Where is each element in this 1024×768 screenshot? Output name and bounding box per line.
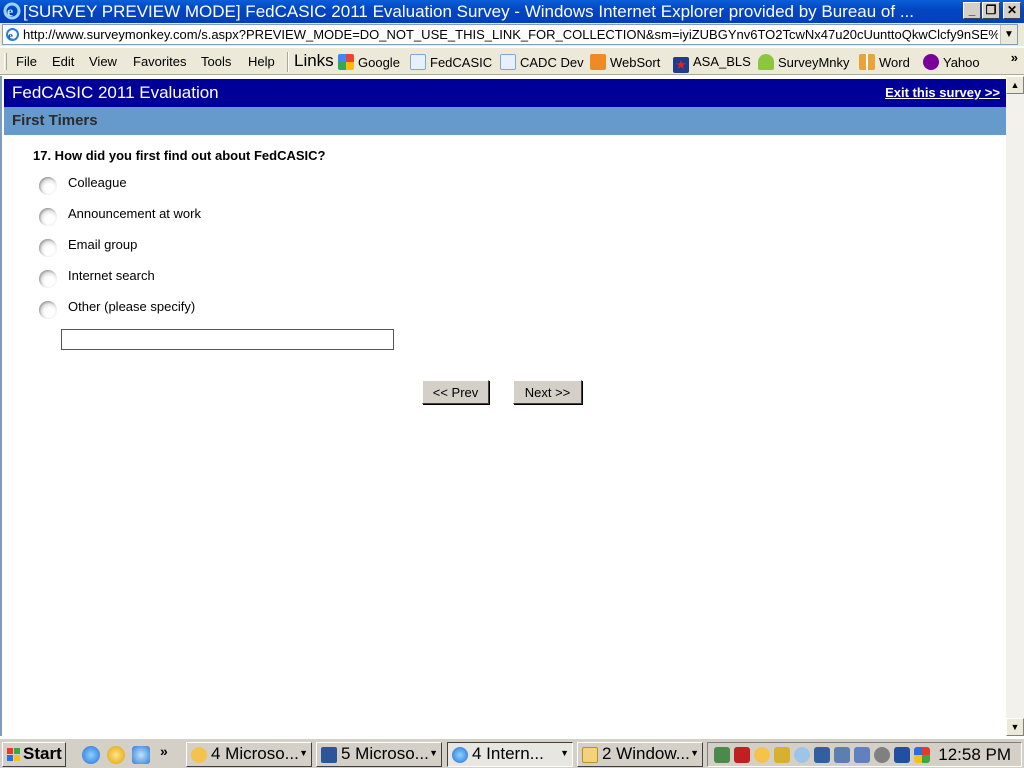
ie-page-icon — [500, 54, 516, 70]
windows-tray-icon[interactable] — [914, 747, 930, 763]
close-button[interactable]: ✕ — [1003, 2, 1021, 19]
next-button[interactable]: Next >> — [513, 380, 582, 404]
radio-button[interactable] — [39, 208, 57, 226]
start-button[interactable]: Start — [2, 742, 66, 767]
taskbar: Start » 4 Microso... ▼ 5 Microso... ▼ 4 … — [0, 737, 1024, 768]
address-dropdown-button[interactable]: ▼ — [1000, 25, 1017, 44]
network-tray-icon[interactable] — [714, 747, 730, 763]
option-label[interactable]: Colleague — [68, 175, 127, 190]
ie-icon — [452, 747, 468, 763]
task-button-explorer[interactable]: 2 Window... ▼ — [577, 742, 703, 767]
menu-bar: File Edit View Favorites Tools Help Link… — [0, 47, 1024, 75]
key-tray-icon[interactable] — [774, 747, 790, 763]
maximize-button[interactable]: ❐ — [982, 2, 1000, 19]
ie-quicklaunch-icon[interactable] — [82, 746, 100, 764]
page-icon: e — [6, 28, 19, 42]
task-button-word[interactable]: 5 Microso... ▼ — [316, 742, 442, 767]
outlook-icon — [191, 747, 207, 763]
chevron-down-icon: ▼ — [560, 748, 569, 758]
ie-logo-icon: e — [3, 2, 21, 20]
display-tray-icon[interactable] — [834, 747, 850, 763]
link-asa-bls[interactable]: ★ ASA_BLS — [673, 54, 751, 73]
update-tray-icon[interactable] — [794, 747, 810, 763]
links-more-chevron[interactable]: » — [1011, 50, 1018, 65]
option-label[interactable]: Other (please specify) — [68, 299, 195, 314]
question-text: 17. How did you first find out about Fed… — [33, 148, 326, 163]
quicklaunch-more-chevron[interactable]: » — [160, 743, 168, 759]
link-fedcasic[interactable]: FedCASIC — [410, 54, 492, 70]
folder-icon — [582, 747, 598, 763]
google-icon — [338, 54, 354, 70]
menu-edit[interactable]: Edit — [52, 54, 74, 69]
word-grid-icon — [859, 54, 875, 70]
link-cadc-dev[interactable]: CADC Dev — [500, 54, 584, 70]
scroll-up-arrow[interactable]: ▲ — [1006, 76, 1024, 94]
minimize-button[interactable]: _ — [963, 2, 981, 19]
desktop-quicklaunch-icon[interactable] — [132, 746, 150, 764]
outlook-tray-icon[interactable] — [754, 747, 770, 763]
yahoo-icon — [923, 54, 939, 70]
link-surveymnky[interactable]: SurveyMnky — [758, 54, 850, 70]
option-label[interactable]: Email group — [68, 237, 137, 252]
outlook-quicklaunch-icon[interactable] — [107, 746, 125, 764]
volume-tray-icon[interactable] — [874, 747, 890, 763]
task-button-ie[interactable]: 4 Intern... ▼ — [447, 742, 573, 767]
menu-help[interactable]: Help — [248, 54, 275, 69]
links-label: Links — [294, 51, 334, 70]
option-label[interactable]: Announcement at work — [68, 206, 201, 221]
svg-text:e: e — [8, 30, 13, 42]
radio-button[interactable] — [39, 301, 57, 319]
shield-tray-icon[interactable] — [814, 747, 830, 763]
link-google[interactable]: Google — [338, 54, 400, 70]
address-bar: e http://www.surveymonkey.com/s.aspx?PRE… — [0, 23, 1024, 46]
window-title: [SURVEY PREVIEW MODE] FedCASIC 2011 Eval… — [23, 2, 914, 21]
chevron-down-icon: ▼ — [299, 748, 308, 758]
radio-button[interactable] — [39, 239, 57, 257]
radio-button[interactable] — [39, 177, 57, 195]
windows-flag-icon — [7, 748, 20, 761]
survey-title: FedCASIC 2011 Evaluation — [12, 83, 219, 102]
link-websort[interactable]: WebSort — [590, 54, 660, 70]
section-bar: First Timers — [4, 107, 1006, 135]
svg-text:e: e — [7, 5, 13, 20]
scroll-down-arrow[interactable]: ▼ — [1006, 718, 1024, 736]
surveymonkey-icon — [758, 54, 774, 70]
menu-view[interactable]: View — [89, 54, 117, 69]
vertical-scrollbar[interactable]: ▲ ▼ — [1006, 76, 1024, 736]
link-word[interactable]: Word — [859, 54, 910, 70]
section-title: First Timers — [12, 112, 98, 129]
link-yahoo[interactable]: Yahoo — [923, 54, 980, 70]
chevron-down-icon: ▼ — [429, 748, 438, 758]
clock[interactable]: 12:58 PM — [938, 745, 1011, 765]
websort-icon — [590, 54, 606, 70]
star-icon: ★ — [673, 57, 689, 73]
ie-page-icon — [410, 54, 426, 70]
menu-separator — [287, 52, 289, 72]
address-field[interactable]: e http://www.surveymonkey.com/s.aspx?PRE… — [2, 24, 1018, 45]
option-label[interactable]: Internet search — [68, 268, 155, 283]
other-specify-input[interactable] — [61, 329, 394, 350]
prev-button[interactable]: << Prev — [422, 380, 489, 404]
chevron-down-icon: ▼ — [690, 748, 699, 758]
menu-favorites[interactable]: Favorites — [133, 54, 186, 69]
security-tray-icon[interactable] — [734, 747, 750, 763]
network-disconnected-tray-icon[interactable] — [854, 747, 870, 763]
page-content: FedCASIC 2011 Evaluation Exit this surve… — [0, 76, 1006, 736]
window-titlebar[interactable]: e [SURVEY PREVIEW MODE] FedCASIC 2011 Ev… — [0, 0, 1024, 23]
menu-tools[interactable]: Tools — [201, 54, 231, 69]
task-button-outlook[interactable]: 4 Microso... ▼ — [186, 742, 312, 767]
system-tray: 12:58 PM — [707, 742, 1022, 767]
antivirus-tray-icon[interactable] — [894, 747, 910, 763]
exit-survey-link[interactable]: Exit this survey >> — [885, 85, 1000, 100]
word-icon — [321, 747, 337, 763]
toolbar-grip[interactable] — [4, 53, 7, 70]
url-text[interactable]: http://www.surveymonkey.com/s.aspx?PREVI… — [23, 27, 998, 42]
survey-header: FedCASIC 2011 Evaluation Exit this surve… — [4, 79, 1006, 107]
radio-button[interactable] — [39, 270, 57, 288]
menu-file[interactable]: File — [16, 54, 37, 69]
